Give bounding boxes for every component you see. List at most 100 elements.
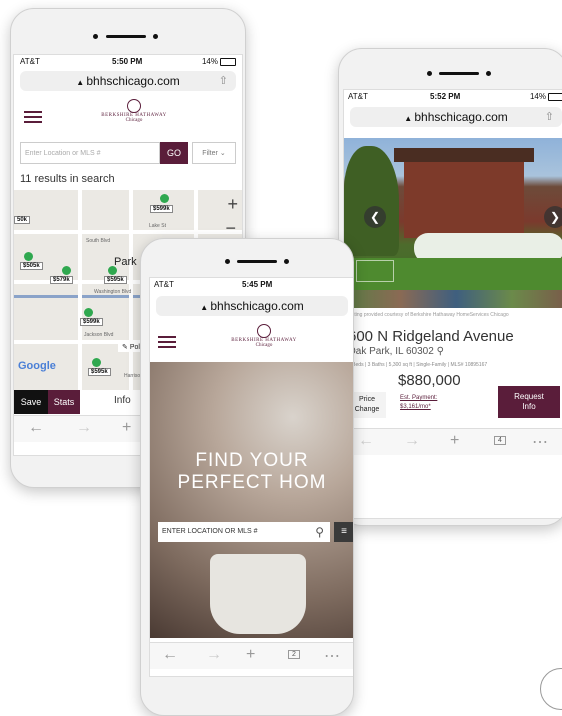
photo-thumbnail-strip[interactable] xyxy=(344,290,562,308)
forward-icon[interactable]: → xyxy=(404,432,420,450)
mug xyxy=(210,554,306,634)
back-icon[interactable]: ← xyxy=(358,432,374,450)
map-pin[interactable] xyxy=(92,358,101,367)
chevron-down-icon: ⌄ xyxy=(219,150,226,157)
search-icon[interactable]: ⚲ xyxy=(315,522,324,542)
prev-photo-button[interactable]: ❮ xyxy=(364,206,386,228)
price-tag[interactable]: $599k xyxy=(150,205,173,213)
price-tag[interactable]: $505k xyxy=(20,262,43,270)
more-icon[interactable]: ⋯ xyxy=(324,646,340,666)
browser-toolbar: ← → + 2 ⋯ xyxy=(150,642,353,669)
url-bar[interactable]: ▲ bhhschicago.com ⇧ xyxy=(20,71,236,91)
sensor-dot xyxy=(486,71,491,76)
price-tag[interactable]: $599k xyxy=(80,318,103,326)
tabs-button[interactable]: 2 xyxy=(288,650,300,659)
listing-courtesy: Listing provided courtesy of Berkshire H… xyxy=(348,312,509,318)
map-pin[interactable] xyxy=(62,266,71,275)
forward-icon[interactable]: → xyxy=(76,419,92,437)
logo-sub: Chicago xyxy=(125,118,143,123)
lock-icon: ▲ xyxy=(200,303,211,312)
hero-search-input[interactable]: ENTER LOCATION OR MLS # ⚲ xyxy=(158,522,330,542)
url-text: bhhschicago.com xyxy=(414,110,508,124)
logo-sub: Chicago xyxy=(255,343,273,348)
url-text: bhhschicago.com xyxy=(210,299,304,313)
house-roof xyxy=(394,148,534,162)
phone-right: AT&T 5:52 PM 14% ▲ bhhschicago.com ⇧ ❮ ❯… xyxy=(338,48,562,526)
new-tab-icon[interactable]: + xyxy=(450,432,459,450)
price-tag[interactable]: $579k xyxy=(50,276,73,284)
status-bar: AT&T 5:45 PM xyxy=(150,278,353,292)
city-text: Oak Park, IL 60302 xyxy=(348,346,434,357)
stats-tab[interactable]: Stats xyxy=(48,390,80,414)
price-tag[interactable]: 50k xyxy=(14,216,31,224)
brokerage-watermark xyxy=(356,260,394,282)
listing-price: $880,000 xyxy=(398,372,461,389)
road xyxy=(78,190,82,390)
street-label: Lake St xyxy=(149,223,166,229)
map-pin[interactable] xyxy=(84,308,93,317)
time: 5:50 PM xyxy=(112,57,143,66)
menu-icon[interactable] xyxy=(24,111,42,123)
map-pin[interactable] xyxy=(24,252,33,261)
phone-center: AT&T 5:45 PM ▲ bhhschicago.com BERKSHIRE… xyxy=(140,238,354,716)
street-label: Jackson Blvd xyxy=(84,332,114,338)
street-label: Washington Blvd xyxy=(94,289,132,295)
next-photo-button[interactable]: ❯ xyxy=(544,206,562,228)
results-count: 11 results in search xyxy=(20,173,115,185)
listing-photo[interactable]: ❮ ❯ xyxy=(344,138,562,290)
road xyxy=(14,230,242,234)
area-label: Park xyxy=(114,256,137,268)
back-icon[interactable]: ← xyxy=(28,419,44,437)
sensor-dot xyxy=(153,34,158,39)
share-icon[interactable]: ⇧ xyxy=(545,107,554,127)
share-icon[interactable]: ⇧ xyxy=(219,71,228,91)
zoom-in-button[interactable]: + xyxy=(227,194,238,215)
filter-button[interactable]: Filter ⌄ xyxy=(192,142,236,164)
new-tab-icon[interactable]: + xyxy=(246,646,255,664)
back-icon[interactable]: ← xyxy=(162,646,178,664)
est-payment-link[interactable]: Est. Payment: $3,161/mo* xyxy=(400,394,437,412)
time: 5:52 PM xyxy=(430,92,461,101)
screen-center: AT&T 5:45 PM ▲ bhhschicago.com BERKSHIRE… xyxy=(149,277,353,677)
url-bar[interactable]: ▲ bhhschicago.com ⇧ xyxy=(350,107,562,127)
filter-icon[interactable]: ≡ xyxy=(334,522,353,542)
new-tab-icon[interactable]: + xyxy=(122,419,131,437)
url-bar[interactable]: ▲ bhhschicago.com xyxy=(156,296,348,316)
est-payment-value: $3,161/mo* xyxy=(400,404,431,410)
save-tab[interactable]: Save xyxy=(14,390,48,414)
forward-icon[interactable]: → xyxy=(206,646,222,664)
info-tab[interactable]: Info xyxy=(114,395,131,406)
battery-icon xyxy=(220,58,236,66)
search-input[interactable]: Enter Location or MLS # xyxy=(20,142,160,164)
more-icon[interactable]: ⋯ xyxy=(532,432,548,452)
battery-level: 14% xyxy=(201,57,218,66)
tabs-button[interactable]: 4 xyxy=(494,436,506,445)
brand-logo: BERKSHIRE HATHAWAY Chicago xyxy=(204,324,324,348)
map-pin[interactable] xyxy=(108,266,117,275)
lock-icon: ▲ xyxy=(76,78,87,87)
menu-icon[interactable] xyxy=(158,336,176,348)
brand-logo: BERKSHIRE HATHAWAY Chicago xyxy=(74,99,194,123)
listing-city: Oak Park, IL 60302 ⚲ xyxy=(348,346,444,357)
go-button[interactable]: GO xyxy=(160,142,188,164)
search-placeholder: ENTER LOCATION OR MLS # xyxy=(162,528,258,535)
hero-image: FIND YOUR PERFECT HOM ENTER LOCATION OR … xyxy=(150,362,353,638)
earpiece xyxy=(439,72,479,75)
price-tag[interactable]: $595k xyxy=(88,368,111,376)
camera-dot xyxy=(93,34,98,39)
earpiece xyxy=(237,260,277,263)
earpiece xyxy=(106,35,146,38)
est-payment-label: Est. Payment: xyxy=(400,395,438,401)
price-tag[interactable]: $595k xyxy=(104,276,127,284)
street-label: South Blvd xyxy=(86,238,111,244)
hero-title: FIND YOUR PERFECT HOM xyxy=(150,450,353,494)
map-pin[interactable] xyxy=(160,194,169,203)
zoom-out-button[interactable]: − xyxy=(225,218,236,239)
browser-toolbar: ← → + 4 ⋯ xyxy=(344,428,562,455)
request-info-label: Request xyxy=(514,392,544,401)
status-bar: AT&T 5:50 PM 14% xyxy=(14,55,242,69)
lock-icon: ▲ xyxy=(404,114,415,123)
screen-right: AT&T 5:52 PM 14% ▲ bhhschicago.com ⇧ ❮ ❯… xyxy=(343,89,562,519)
request-info-button[interactable]: Request Info xyxy=(498,386,560,418)
hero-line-2: PERFECT HOM xyxy=(177,472,327,493)
